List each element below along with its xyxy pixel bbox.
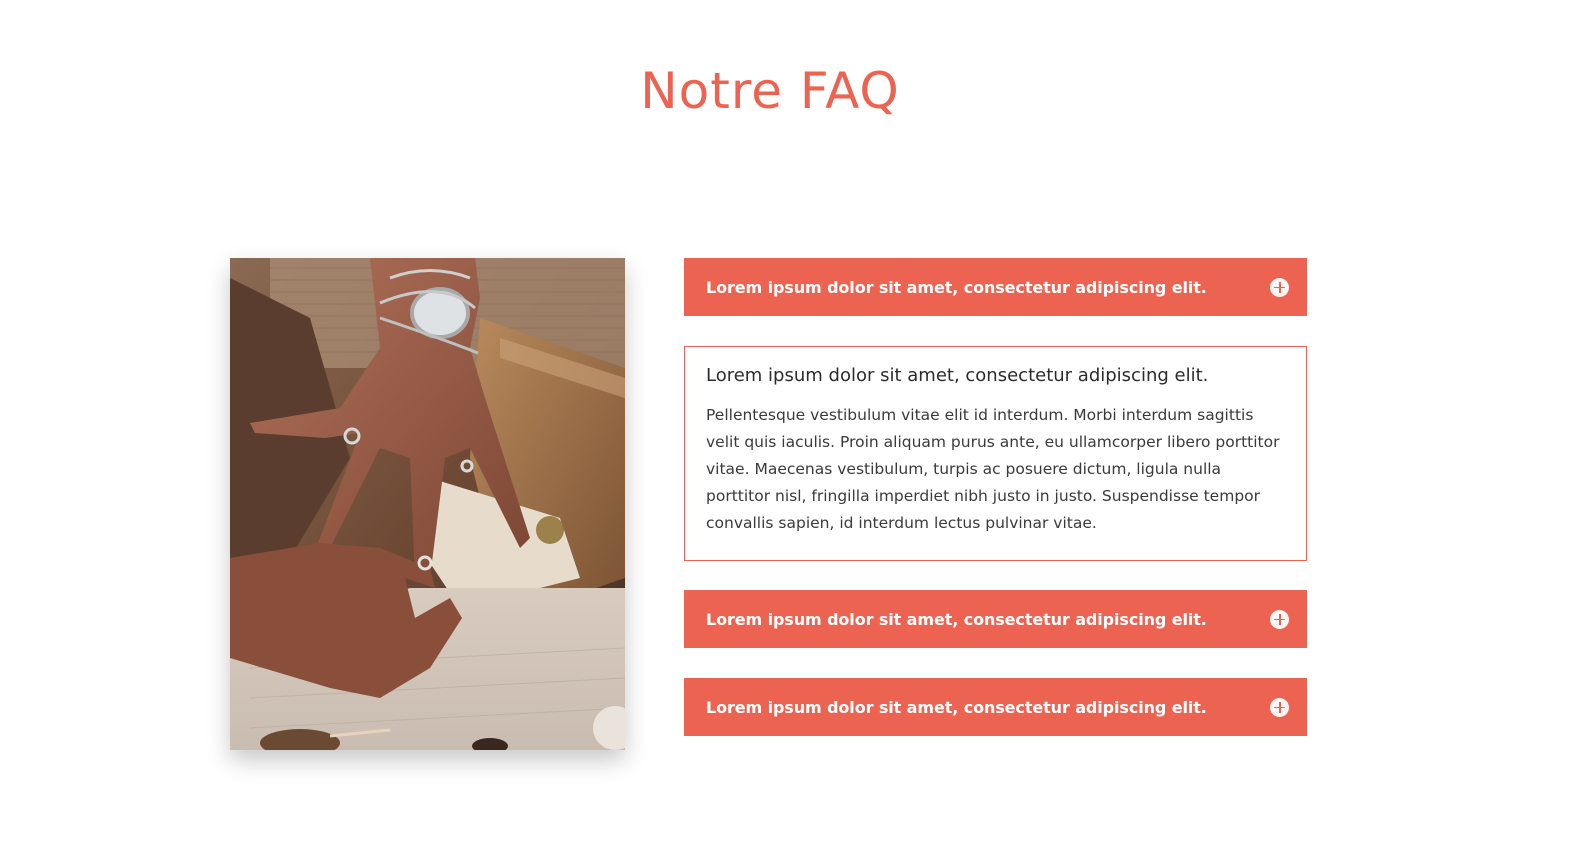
faq-item-3[interactable]: Lorem ipsum dolor sit amet, consectetur … (684, 590, 1307, 648)
faq-photo (230, 258, 625, 750)
faq-question: Lorem ipsum dolor sit amet, consectetur … (706, 277, 1207, 297)
faq-question: Lorem ipsum dolor sit amet, consectetur … (706, 609, 1207, 629)
faq-answer: Pellentesque vestibulum vitae elit id in… (706, 406, 1280, 532)
faq-question[interactable]: Lorem ipsum dolor sit amet, consectetur … (706, 365, 1286, 386)
plus-circle-icon[interactable] (1270, 277, 1289, 297)
faq-item-2[interactable]: Lorem ipsum dolor sit amet, consectetur … (684, 346, 1307, 561)
rings-hands-image (230, 258, 625, 750)
plus-circle-icon[interactable] (1270, 697, 1289, 717)
plus-circle-icon[interactable] (1270, 609, 1289, 629)
faq-question: Lorem ipsum dolor sit amet, consectetur … (706, 697, 1207, 717)
faq-item-1[interactable]: Lorem ipsum dolor sit amet, consectetur … (684, 258, 1307, 316)
faq-section: Notre FAQ Lorem ipsum dolor sit amet, co… (0, 0, 1570, 863)
page-title: Notre FAQ (640, 62, 900, 120)
faq-item-4[interactable]: Lorem ipsum dolor sit amet, consectetur … (684, 678, 1307, 736)
